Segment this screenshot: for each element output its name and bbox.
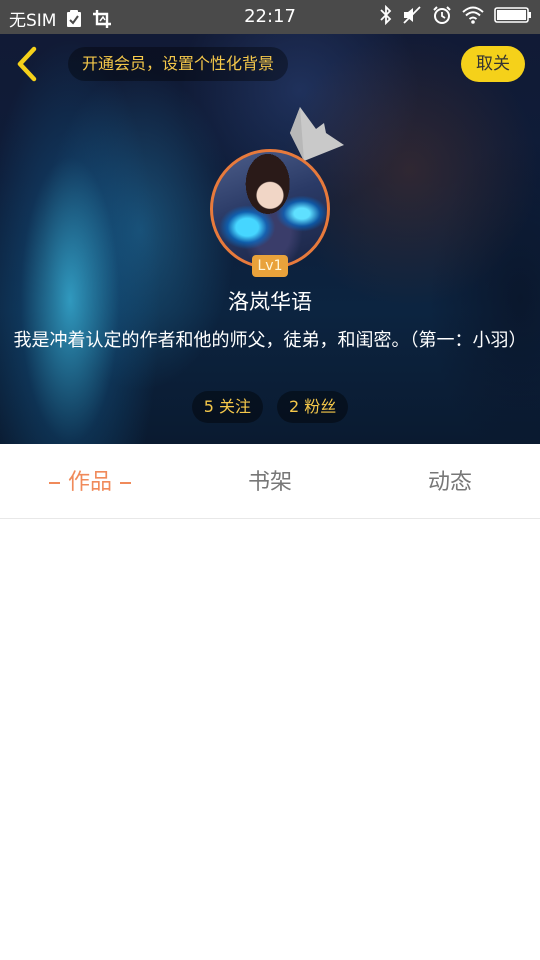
tab-activity[interactable]: 动态 [360, 444, 540, 518]
unfollow-button[interactable]: 取关 [461, 46, 525, 82]
follow-stats: 5 关注 2 粉丝 [0, 391, 540, 423]
tab-activity-label: 动态 [427, 470, 472, 495]
vip-background-banner[interactable]: 开通会员，设置个性化背景 [68, 47, 289, 81]
profile-tabs: 作品 书架 动态 [0, 444, 540, 519]
alarm-icon [432, 5, 452, 25]
wifi-icon [462, 6, 484, 24]
battery-icon [494, 6, 532, 24]
status-bar-right [380, 5, 532, 25]
tab-works[interactable]: 作品 [0, 444, 180, 518]
bluetooth-icon [380, 5, 392, 25]
username: 洛岚华语 [228, 290, 312, 314]
user-bio: 我是冲着认定的作者和他的师父，徒弟，和闺密。（第一：小羽） [13, 330, 527, 351]
chevron-left-icon [17, 46, 37, 82]
avatar[interactable] [210, 149, 330, 269]
tab-content-area [0, 519, 540, 960]
followers-count-button[interactable]: 2 粉丝 [277, 391, 349, 423]
tab-works-label: 作品 [67, 470, 112, 495]
active-tab-dash-right [120, 482, 131, 484]
back-button[interactable] [14, 46, 44, 82]
following-count-button[interactable]: 5 关注 [191, 391, 263, 423]
level-badge: Lv1 [252, 255, 288, 277]
mute-icon [402, 5, 422, 25]
status-bar: 无SIM 22:17 [0, 0, 540, 34]
tab-bookshelf[interactable]: 书架 [180, 444, 360, 518]
active-tab-dash-left [48, 482, 60, 484]
tab-bookshelf-label: 书架 [247, 470, 292, 495]
